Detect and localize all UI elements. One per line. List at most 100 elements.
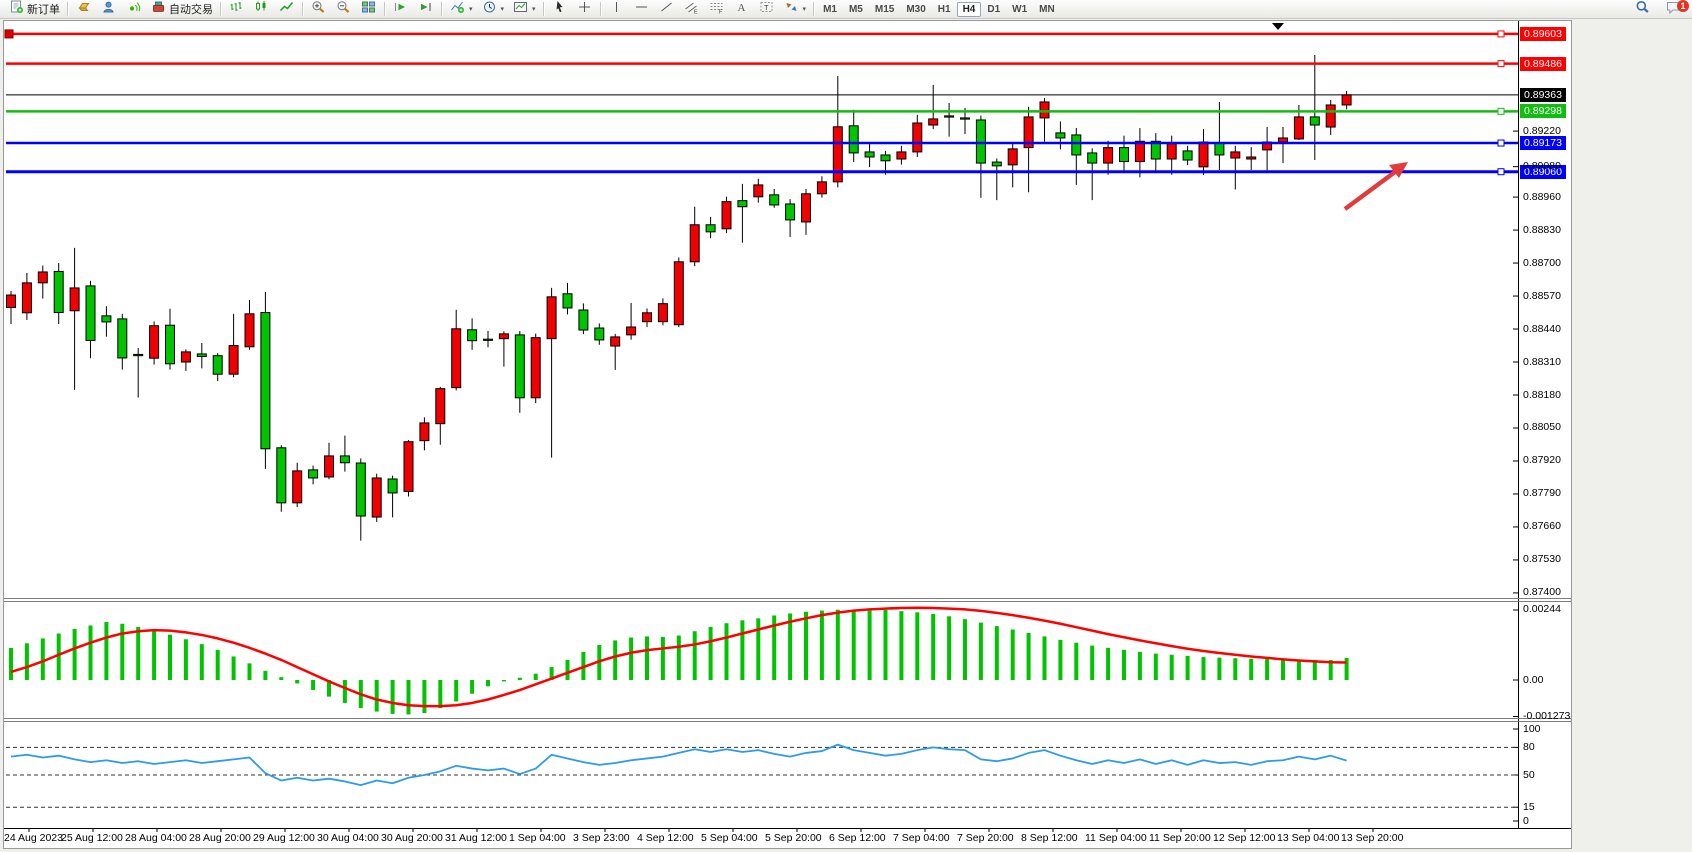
toolbar: 新订单 自动交易 ▾ ▾ ▾ E FAT ▾ M1M5M15M30H1H4D1W1MN 1 [0,0,1692,19]
horizontal-line-icon [633,0,650,19]
macd-tick-label: 0.00 [1523,674,1543,686]
toolbar-button-crosshair[interactable] [572,0,597,19]
toolbar-button-arrows[interactable]: ▾ [779,0,811,19]
toolbar-separator [813,2,814,16]
toolbar-button-line-chart[interactable] [274,0,299,19]
toolbar-separator [441,2,442,16]
equidistant-channel-icon: E [683,0,700,19]
price-tick-label: 0.88310 [1523,356,1561,368]
date-axis-label: 7 Sep 20:00 [957,832,1014,844]
fibonacci-icon: F [708,0,725,19]
macd-indicator-label: MACD(12,26,9) 0.000767 0.000612 [6,603,172,615]
toolbar-button-new-order[interactable]: 新订单 [4,0,64,19]
macd-tick-label: 0.00244 [1523,603,1561,615]
toolbar-button-auto-scroll[interactable] [388,0,413,19]
toolbar-button-fibonacci[interactable]: F [704,0,729,19]
vertical-line-icon [608,0,625,19]
rsi-tick-label: 15 [1523,801,1535,813]
search-icon [1634,0,1651,19]
date-axis-label: 13 Sep 04:00 [1277,832,1339,844]
price-tick-label: 0.88440 [1523,323,1561,335]
toolbar-button-templates[interactable]: ▾ [508,0,540,19]
toolbar-button-deposit[interactable] [71,0,96,19]
toolbar-button-notifications[interactable]: 1 [1661,0,1686,19]
toolbar-button-zoom-out[interactable] [331,0,356,19]
toolbar-button-label: 自动交易 [169,1,213,17]
toolbar-button-horizontal-line[interactable] [629,0,654,19]
price-tick-label: 0.88050 [1523,421,1561,433]
cursor-icon [551,0,568,19]
date-axis-label: 7 Sep 04:00 [893,832,950,844]
zoom-out-icon [335,0,352,19]
chevron-down-icon: ▾ [469,5,473,13]
date-axis-label: 28 Aug 20:00 [189,832,251,844]
chevron-down-icon: ▾ [532,5,536,13]
text-icon: A [733,0,750,19]
crosshair-icon [576,0,593,19]
date-axis-label: 25 Aug 12:00 [61,832,123,844]
toolbar-button-periods[interactable]: ▾ [477,0,509,19]
toolbar-button-trendline[interactable] [654,0,679,19]
price-tick-label: 0.88180 [1523,389,1561,401]
toolbar-separator [384,2,385,16]
date-axis-label: 30 Aug 04:00 [317,832,379,844]
toolbar-button-text-label[interactable]: T [754,0,779,19]
toolbar-button-text[interactable]: A [729,0,754,19]
chart-shift-icon [417,0,434,19]
price-tick-label: 0.89220 [1523,125,1561,137]
macd-tick-label: -0.001273 [1523,710,1570,722]
toolbar-button-zoom-in[interactable] [306,0,331,19]
timeframe-button-m30[interactable]: M30 [900,2,931,17]
text-label-icon: T [758,0,775,19]
toolbar-button-add-indicator[interactable]: ▾ [445,0,477,19]
notification-count-badge: 1 [1677,0,1689,12]
add-indicator-icon [449,0,466,19]
chevron-down-icon: ▾ [501,5,505,13]
toolbar-button-vertical-line[interactable] [604,0,629,19]
date-axis-label: 12 Sep 12:00 [1213,832,1275,844]
price-tick-label: 0.87400 [1523,586,1561,598]
price-tick-label: 0.89080 [1523,160,1561,172]
chevron-down-icon: ▾ [803,5,807,13]
date-axis-label: 5 Sep 20:00 [765,832,822,844]
toolbar-button-equidistant-channel[interactable]: E [679,0,704,19]
price-badge: 0.89603 [1520,27,1566,41]
toolbar-button-signals[interactable] [121,0,146,19]
toolbar-button-bar-chart[interactable] [224,0,249,19]
timeframe-button-mn[interactable]: MN [1033,2,1061,17]
toolbar-button-tile-windows[interactable] [356,0,381,19]
price-badge: 0.89486 [1520,57,1566,71]
toolbar-separator [302,2,303,16]
deposit-icon [75,0,92,19]
price-tick-label: 0.88700 [1523,257,1561,269]
svg-text:E: E [694,9,698,14]
toolbar-button-label: 新订单 [27,1,60,17]
timeframe-button-m5[interactable]: M5 [843,2,869,17]
date-axis-label: 11 Sep 20:00 [1149,832,1211,844]
timeframe-button-m1[interactable]: M1 [817,2,843,17]
date-axis-label: 31 Aug 12:00 [445,832,507,844]
mt4-application: 新订单 自动交易 ▾ ▾ ▾ E FAT ▾ M1M5M15M30H1H4D1W1MN 1 USD… [0,0,1692,852]
signals-icon [125,0,142,19]
timeframe-button-h1[interactable]: H1 [932,2,957,17]
date-axis-label: 24 Aug 2023 [4,832,63,844]
price-tick-label: 0.87530 [1523,553,1561,565]
bar-chart-icon [228,0,245,19]
toolbar-button-profile[interactable] [96,0,121,19]
price-badge: 0.89298 [1520,104,1566,118]
chart-title: USDCHF,H4 0.89323 0.89378 0.89306 0.8936… [7,25,251,37]
toolbar-button-search[interactable] [1630,0,1655,19]
toolbar-button-chart-shift[interactable] [413,0,438,19]
timeframe-button-d1[interactable]: D1 [981,2,1006,17]
timeframe-button-w1[interactable]: W1 [1006,2,1033,17]
candle-chart-icon [253,0,270,19]
timeframe-button-m15[interactable]: M15 [869,2,900,17]
timeframe-button-h4[interactable]: H4 [957,2,982,17]
toolbar-button-candle-chart[interactable] [249,0,274,19]
toolbar-button-cursor[interactable] [547,0,572,19]
autotrade-icon [150,0,167,19]
rsi-tick-label: 100 [1523,723,1541,735]
chart-symbol-period: USDCHF,H4 [7,25,72,37]
toolbar-button-autotrade[interactable]: 自动交易 [146,0,217,19]
line-chart-icon [278,0,295,19]
